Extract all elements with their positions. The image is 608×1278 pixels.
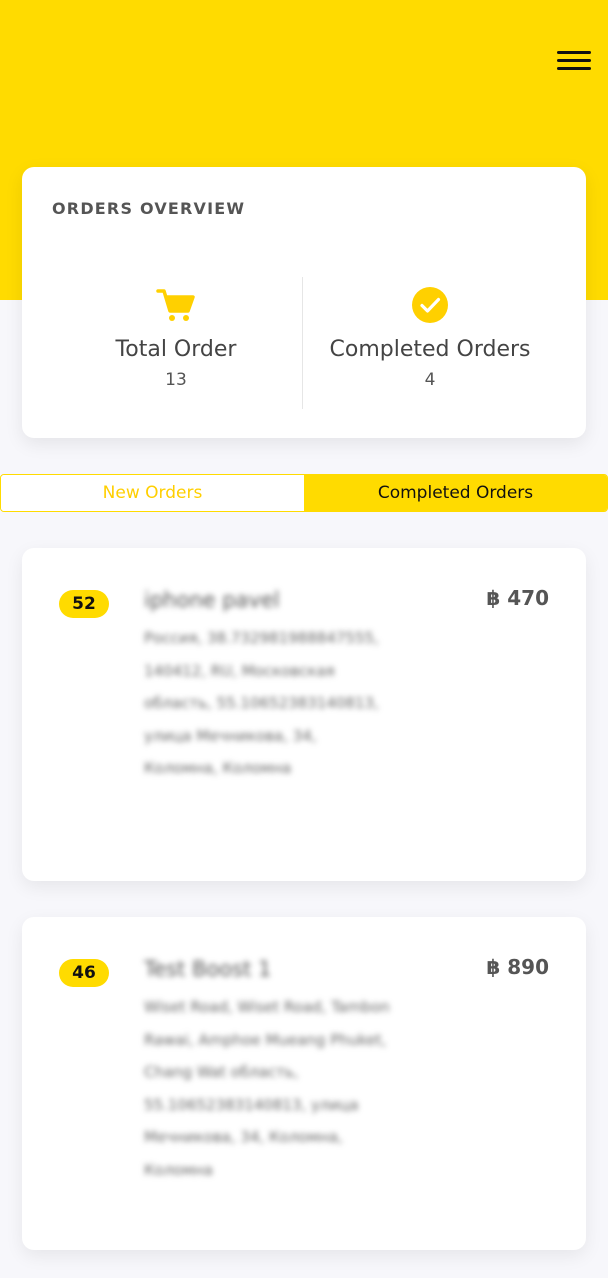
- cart-icon: [36, 285, 316, 325]
- check-circle-icon: [290, 285, 570, 325]
- menu-button[interactable]: [552, 44, 596, 78]
- order-customer-name: Test Boost 1: [144, 957, 272, 981]
- order-address: Wiset Road, Wiset Road, Tambon Rawai, Am…: [144, 998, 390, 1179]
- total-order-label: Total Order: [115, 337, 237, 362]
- total-order-stat: Total Order 13: [36, 285, 316, 390]
- completed-orders-label: Completed Orders: [329, 337, 531, 362]
- completed-orders-value: 4: [424, 370, 436, 390]
- total-order-value: 13: [165, 370, 187, 390]
- orders-tabs: New Orders Completed Orders: [0, 474, 608, 512]
- order-card[interactable]: 46 Test Boost 1 Wiset Road, Wiset Road, …: [22, 917, 586, 1250]
- order-price: ฿ 470: [486, 586, 549, 610]
- order-number-badge: 52: [59, 590, 109, 618]
- order-number-badge: 46: [59, 959, 109, 987]
- tab-completed-orders[interactable]: Completed Orders: [304, 475, 607, 511]
- order-address: Россия, 38.732981988847555, 140412, RU, …: [144, 629, 379, 777]
- order-card[interactable]: 52 iphone pavel Россия, 38.7329819888475…: [22, 548, 586, 881]
- order-price: ฿ 890: [486, 955, 549, 979]
- tab-new-orders[interactable]: New Orders: [1, 475, 304, 511]
- overview-title: ORDERS OVERVIEW: [52, 199, 246, 218]
- orders-overview-card: ORDERS OVERVIEW Total Order 13 Completed…: [22, 167, 586, 438]
- completed-orders-stat: Completed Orders 4: [290, 285, 570, 390]
- order-customer-name: iphone pavel: [144, 588, 280, 612]
